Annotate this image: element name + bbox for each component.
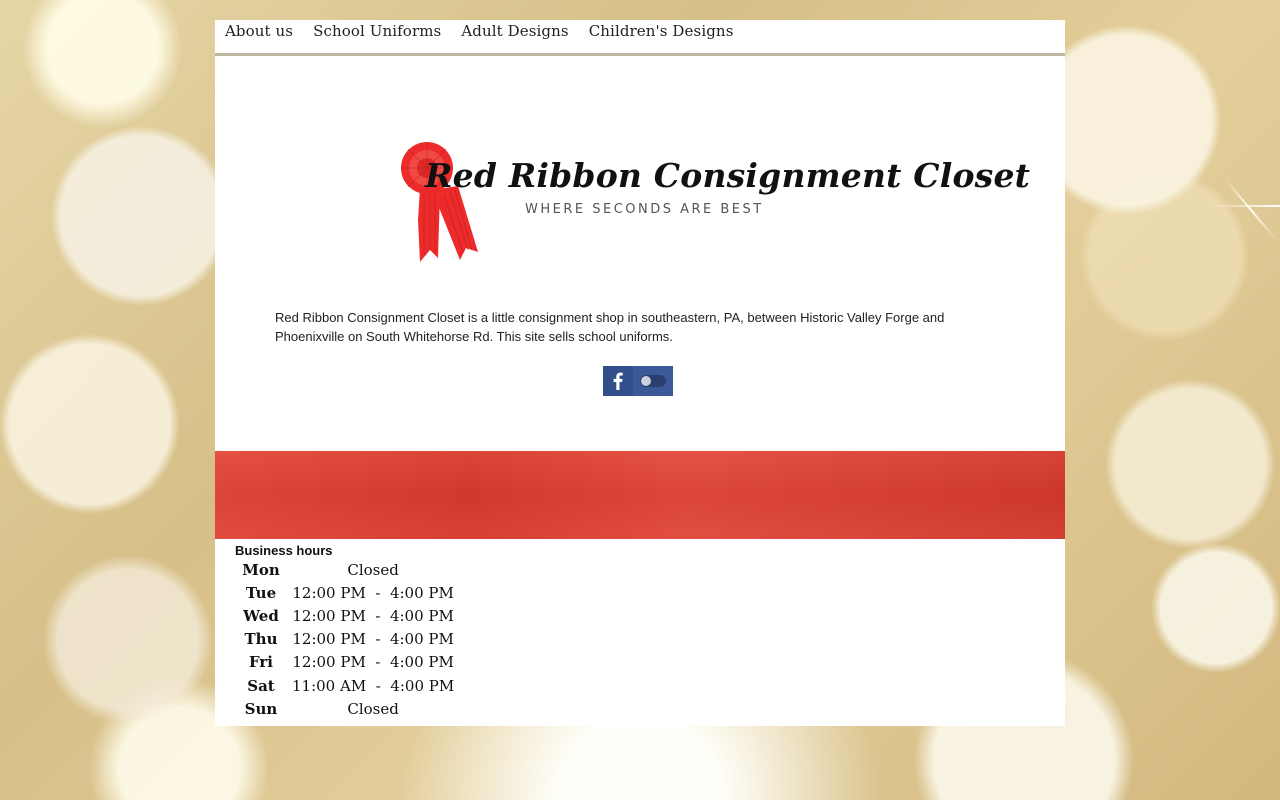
- intro-paragraph: Red Ribbon Consignment Closet is a littl…: [275, 310, 945, 344]
- background-sparkle: [1224, 178, 1278, 242]
- business-hours-table: Mon Closed Tue 12:00 PM - 4:00 PM Wed 12…: [238, 558, 454, 720]
- logo-tagline: WHERE SECONDS ARE BEST: [525, 202, 764, 217]
- hours-row: Thu 12:00 PM - 4:00 PM: [238, 628, 454, 651]
- hours-day: Tue: [245, 583, 277, 602]
- social-bar: [603, 366, 673, 396]
- hours-time: Closed: [347, 560, 399, 579]
- hours-day: Sat: [247, 676, 275, 695]
- hours-row: Sat 11:00 AM - 4:00 PM: [238, 674, 454, 697]
- hours-row: Sun Closed: [238, 697, 454, 720]
- social-toggle[interactable]: [633, 366, 673, 396]
- hours-time: 12:00 PM - 4:00 PM: [292, 606, 454, 625]
- hours-time: 11:00 AM - 4:00 PM: [292, 676, 455, 695]
- hours-day: Wed: [243, 606, 279, 625]
- hours-time: 12:00 PM - 4:00 PM: [292, 653, 454, 672]
- business-hours-title: Business hours: [235, 543, 333, 558]
- hours-row: Mon Closed: [238, 558, 454, 581]
- hours-row: Fri 12:00 PM - 4:00 PM: [238, 651, 454, 674]
- toggle-switch[interactable]: [640, 375, 666, 387]
- hours-day: Fri: [249, 653, 273, 672]
- top-navigation: About us School Uniforms Adult Designs C…: [215, 20, 1065, 56]
- facebook-icon: [613, 372, 623, 390]
- logo-title: Red Ribbon Consignment Closet: [425, 156, 1031, 195]
- hours-time: Closed: [347, 699, 399, 718]
- page-container: About us School Uniforms Adult Designs C…: [215, 20, 1065, 726]
- facebook-button[interactable]: [603, 366, 633, 396]
- hours-row: Tue 12:00 PM - 4:00 PM: [238, 581, 454, 604]
- nav-school-uniforms[interactable]: School Uniforms: [313, 22, 441, 40]
- nav-childrens-designs[interactable]: Children's Designs: [589, 22, 734, 40]
- nav-about-us[interactable]: About us: [225, 22, 293, 40]
- red-banner: [215, 451, 1065, 539]
- hours-row: Wed 12:00 PM - 4:00 PM: [238, 604, 454, 627]
- hours-time: 12:00 PM - 4:00 PM: [292, 630, 454, 649]
- nav-adult-designs[interactable]: Adult Designs: [461, 22, 568, 40]
- hours-time: 12:00 PM - 4:00 PM: [292, 583, 454, 602]
- hours-day: Mon: [242, 560, 280, 579]
- site-logo[interactable]: Red Ribbon Consignment Closet WHERE SECO…: [400, 140, 1030, 265]
- hours-day: Sun: [244, 699, 278, 718]
- hours-day: Thu: [244, 630, 278, 649]
